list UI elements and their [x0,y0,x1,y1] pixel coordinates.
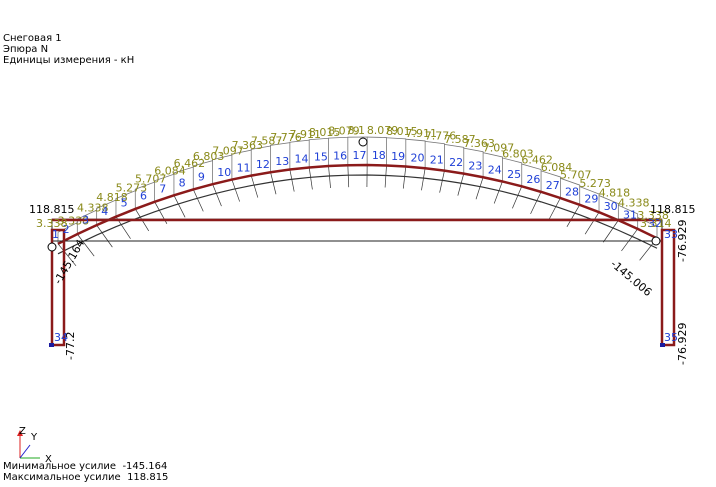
node-number-label: 28 [565,185,579,198]
compression-hatch-line [289,169,295,192]
compression-hatch-line [475,177,484,200]
node-number-label: 7 [159,182,166,195]
axis-y-label: Y [31,432,38,443]
node-number-label: 26 [526,173,540,186]
right-column-value-top: -76.929 [676,220,689,262]
min-force-value: -145.164 [122,461,168,472]
node-number-label: 15 [314,151,328,164]
node-number-label: 21 [430,153,444,166]
compression-hatch-line [192,189,204,212]
compression-hatch-line [250,175,259,198]
arch-value-label: 8.1 [348,124,366,137]
node-number-label: 31 [623,209,637,222]
left-hinge-icon [47,242,57,252]
arch-right-value: -145.006 [608,257,654,299]
compression-hatch-line [270,172,277,195]
compression-hatch-line [530,191,542,215]
node-number-label: 17 [353,149,367,162]
right-small-value: 3.314 [640,217,672,230]
compression-hatch-line [96,224,113,248]
right-column-diagram [660,228,676,347]
compression-hatch-line [308,167,313,190]
left-column-value: -77.2 [64,332,77,360]
axis-z-label: Z [19,426,26,437]
node-number-label: 13 [275,155,289,168]
node-number-label: 9 [198,171,205,184]
node-number-label: 4 [101,205,108,218]
arch-left-value: -145.164 [51,237,87,286]
compression-hatch-line [493,181,503,204]
compression-hatch-line [212,184,222,207]
compression-hatch-line [584,212,600,235]
compression-hatch-line [548,197,561,221]
compression-hatch-line [402,166,407,189]
max-force-label: Максимальное усилие [3,472,121,483]
compression-hatch-line [439,170,445,193]
min-force-label: Минимальное усилие [3,461,117,472]
node-number-label: 24 [488,163,502,176]
structure-diagram: 3.3384.3384.8185.2735.7076.0846.4626.803… [29,124,696,365]
compression-hatch-line [384,165,387,188]
node-number-label: 29 [584,192,598,205]
compression-hatch-line [602,220,619,243]
compression-hatch-line [231,179,240,202]
node-number-label: 10 [217,166,231,179]
right-column-value-bottom: -76.929 [676,323,689,365]
max-force-row: Максимальное усилие 118.815 [3,472,168,483]
compression-hatch-line [173,195,186,218]
crown-hinge-icon [358,137,368,147]
compression-hatch-line [457,173,465,196]
node-number-label: 27 [546,179,560,192]
compression-hatch-line [566,204,581,227]
node-number-label: 23 [468,159,482,172]
tie-right-value: 118.815 [650,203,696,216]
left-small-value: 3.338 [36,217,68,230]
node-number-label: 19 [391,150,405,163]
node-number-label: 25 [507,168,521,181]
node-number-label: 12 [256,158,270,171]
compression-hatch-line [347,165,350,188]
node-number-label: 3 [82,214,89,227]
node-number-label: 6 [140,189,147,202]
compression-hatch-line [512,186,523,209]
node-number-label: 18 [372,149,386,162]
compression-hatch-line [421,168,426,191]
node-number-label: 14 [295,152,309,165]
node-number-label: 22 [449,156,463,169]
node-number-label: 20 [410,151,424,164]
max-force-value: 118.815 [127,472,169,483]
node-number-label: 5 [121,197,128,210]
node-number-label: 30 [604,200,618,213]
min-force-row: Минимальное усилие -145.164 [3,461,167,472]
node-number-label: 16 [333,150,347,163]
node-number-label: 8 [179,176,186,189]
compression-hatch-line [328,165,331,189]
node-number-label: 11 [237,161,251,174]
right-hinge-icon [651,236,661,246]
tie-left-value: 118.815 [29,203,75,216]
